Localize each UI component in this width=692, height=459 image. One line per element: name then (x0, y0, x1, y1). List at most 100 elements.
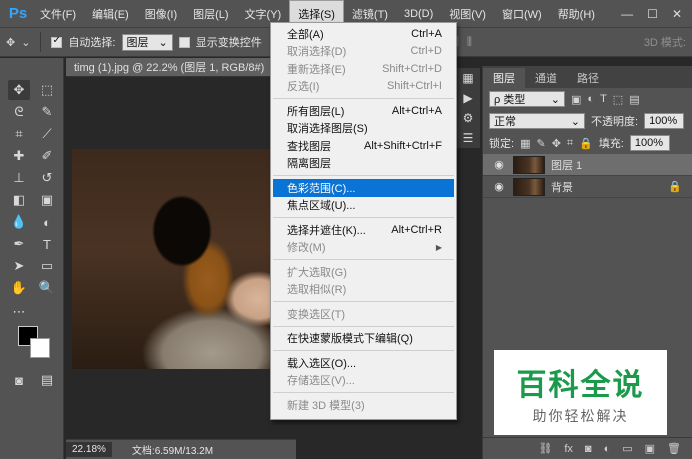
hand-tool-icon[interactable]: ✋ (8, 278, 30, 298)
menu-item[interactable]: 修改(M) ▶ (271, 239, 456, 257)
submenu-arrow-icon: ▶ (435, 242, 442, 252)
adjust-icon[interactable]: ⚙ (456, 108, 480, 128)
history-brush-icon[interactable]: ↺ (36, 168, 58, 188)
fill-input[interactable]: 100% (629, 135, 670, 151)
blend-mode-select[interactable]: 正常 ⌄ (489, 113, 585, 129)
menu-item[interactable]: 在快速蒙版模式下编辑(Q) (271, 330, 456, 348)
adjustment-layer-icon[interactable]: ◐ (604, 443, 611, 455)
layer-row[interactable]: ◉ 背景 🔒 (483, 176, 692, 198)
move-tool-icon[interactable]: ✥ (8, 80, 30, 100)
lock-brush-icon[interactable]: ✎ (536, 137, 545, 150)
tab-channels[interactable]: 通道 (525, 68, 567, 88)
layer-row[interactable]: ◉ 图层 1 (483, 154, 692, 176)
auto-select-dropdown[interactable]: 图层 ⌄ (121, 33, 173, 51)
gradient-tool-icon[interactable]: ▣ (36, 190, 58, 210)
menu-item[interactable]: 反选(I) Shift+Ctrl+I (271, 78, 456, 96)
smart-filter-icon[interactable]: ▤ (629, 93, 639, 106)
eraser-tool-icon[interactable]: ◧ (8, 190, 30, 210)
lock-pixels-icon[interactable]: ▦ (520, 137, 530, 150)
menu-layer[interactable]: 图层(L) (185, 0, 236, 27)
menu-item[interactable]: 存储选区(V)... (271, 372, 456, 390)
type-filter-icon[interactable]: T (600, 93, 607, 105)
image-filter-icon[interactable]: ▣ (571, 93, 581, 106)
close-icon[interactable]: ✕ (672, 7, 682, 21)
watermark-title: 百科全说 (516, 367, 645, 403)
brush-settings-icon[interactable]: ☰ (456, 128, 480, 148)
menu-help[interactable]: 帮助(H) (550, 0, 603, 27)
minimize-icon[interactable]: — (621, 7, 633, 21)
dodge-tool-icon[interactable]: ◐ (36, 212, 58, 232)
adjust-filter-icon[interactable]: ◐ (587, 93, 594, 105)
chevron-down-icon[interactable]: ⌄ (21, 36, 30, 49)
mask-icon[interactable]: ◙ (585, 443, 592, 455)
menu-item[interactable]: 色彩范围(C)... (273, 179, 454, 197)
shape-filter-icon[interactable]: ⬚ (613, 93, 623, 106)
quick-select-tool-icon[interactable]: ✎ (36, 102, 58, 122)
menu-item[interactable]: 取消选择(D) Ctrl+D (271, 43, 456, 61)
eye-icon[interactable]: ◉ (491, 180, 507, 193)
group-icon[interactable]: ▭ (622, 442, 632, 455)
document-size[interactable]: 文档:6.59M/13.2M (132, 442, 213, 457)
background-color[interactable] (30, 338, 50, 358)
layer-filter-select[interactable]: ρ 类型 ⌄ (489, 91, 565, 107)
pen-tool-icon[interactable]: ✒ (8, 234, 30, 254)
menu-item-label: 新建 3D 模型(3) (287, 399, 365, 412)
rectangle-tool-icon[interactable]: ▭ (36, 256, 58, 276)
menu-item[interactable]: 重新选择(E) Shift+Ctrl+D (271, 60, 456, 78)
type-tool-icon[interactable]: T (36, 234, 58, 254)
lock-move-icon[interactable]: ✥ (552, 137, 561, 150)
menu-item[interactable]: 新建 3D 模型(3) (271, 396, 456, 414)
menu-window[interactable]: 窗口(W) (494, 0, 550, 27)
menu-item[interactable]: 选择并遮住(K)... Alt+Ctrl+R (271, 221, 456, 239)
maximize-icon[interactable]: ☐ (647, 7, 658, 21)
menu-file[interactable]: 文件(F) (32, 0, 84, 27)
zoom-level[interactable]: 22.18% (66, 442, 112, 457)
menu-item[interactable]: 查找图层 Alt+Shift+Ctrl+F (271, 137, 456, 155)
path-select-icon[interactable]: ➤ (8, 256, 30, 276)
menu-item[interactable]: 全部(A) Ctrl+A (271, 25, 456, 43)
layer-name[interactable]: 图层 1 (551, 157, 582, 173)
menu-edit[interactable]: 编辑(E) (84, 0, 137, 27)
document-tab[interactable]: timg (1).jpg @ 22.2% (图层 1, RGB/8#) × (66, 58, 296, 77)
menu-item[interactable]: 扩大选取(G) (271, 263, 456, 281)
crop-tool-icon[interactable]: ⌗ (8, 124, 30, 144)
lock-all-icon[interactable]: 🔒 (579, 137, 593, 150)
healing-brush-icon[interactable]: ✚ (8, 146, 30, 166)
fx-icon[interactable]: fx (564, 443, 573, 455)
zoom-tool-icon[interactable]: 🔍 (36, 278, 58, 298)
quick-mask-icon[interactable]: ◙ (8, 370, 30, 390)
more-tools-icon[interactable]: ⋯ (8, 302, 30, 322)
brush-tool-icon[interactable]: ✐ (36, 146, 58, 166)
layer-name[interactable]: 背景 (551, 179, 573, 195)
link-icon[interactable]: ⛓ (538, 442, 552, 455)
play-icon[interactable]: ▶ (456, 88, 480, 108)
collapsed-panel-strip: ▦ ▶ ⚙ ☰ (456, 68, 480, 148)
marquee-tool-icon[interactable]: ⬚ (36, 80, 58, 100)
eye-icon[interactable]: ◉ (491, 158, 507, 171)
screen-mode-icon[interactable]: ▤ (36, 370, 58, 390)
auto-select-checkbox[interactable] (51, 35, 63, 48)
tab-layers[interactable]: 图层 (483, 68, 525, 88)
show-transform-checkbox[interactable] (178, 36, 190, 48)
menu-item[interactable]: 变换选区(T) (271, 305, 456, 323)
menu-item[interactable]: 所有图层(L) Alt+Ctrl+A (271, 102, 456, 120)
new-layer-icon[interactable]: ▣ (645, 442, 655, 455)
opacity-input[interactable]: 100% (644, 113, 685, 129)
menu-item[interactable]: 取消选择图层(S) (271, 120, 456, 138)
menu-item[interactable]: 选取相似(R) (271, 281, 456, 299)
trash-icon[interactable]: 🗑 (667, 442, 681, 455)
menu-item[interactable]: 隔离图层 (271, 155, 456, 173)
eyedropper-tool-icon[interactable]: ⟋ (36, 124, 58, 144)
history-icon[interactable]: ▦ (456, 68, 480, 88)
tab-paths[interactable]: 路径 (567, 68, 609, 88)
lock-artboard-icon[interactable]: ⌗ (567, 137, 573, 150)
menu-item-label: 存储选区(V)... (287, 375, 355, 388)
menu-image[interactable]: 图像(I) (137, 0, 185, 27)
menu-item[interactable]: 焦点区域(U)... (271, 197, 456, 215)
blur-tool-icon[interactable]: 💧 (8, 212, 30, 232)
menu-item[interactable]: 载入选区(O)... (271, 354, 456, 372)
move-tool-icon[interactable]: ✥ (6, 36, 15, 49)
lasso-tool-icon[interactable]: ᘓ (8, 102, 30, 122)
stamp-tool-icon[interactable]: ⊥ (8, 168, 30, 188)
distribute-icon[interactable]: ⫼ (467, 36, 472, 49)
